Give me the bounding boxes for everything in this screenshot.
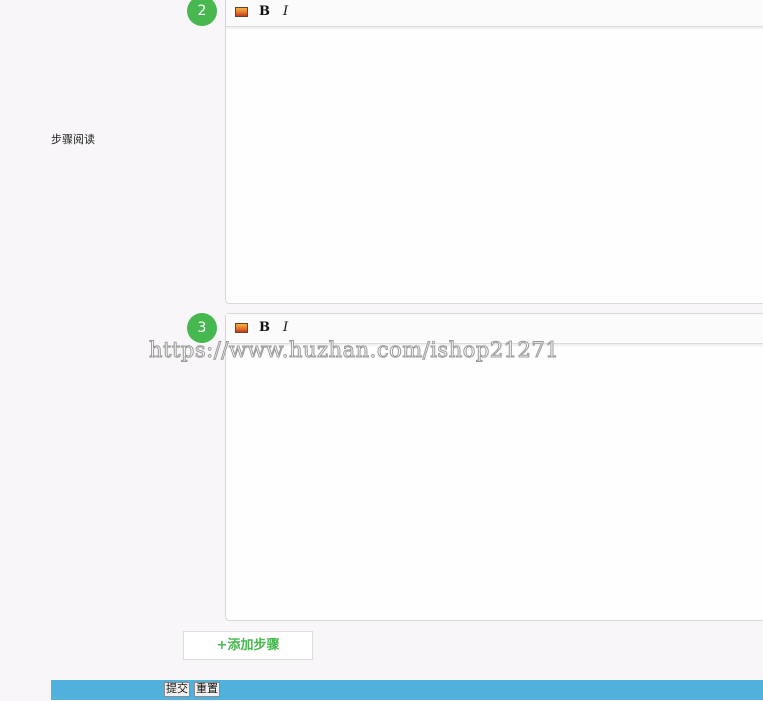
submit-button[interactable]: 提交	[164, 682, 190, 697]
add-step-button[interactable]: +添加步骤	[183, 631, 313, 660]
step-editor[interactable]: B I	[225, 313, 763, 621]
image-icon[interactable]	[235, 7, 248, 17]
bold-button[interactable]: B	[259, 320, 270, 336]
section-label: 步骤阅读	[51, 133, 95, 146]
italic-button[interactable]: I	[283, 320, 288, 336]
step-number-badge: 3	[187, 313, 217, 343]
italic-button[interactable]: I	[283, 4, 288, 20]
reset-button[interactable]: 重置	[194, 682, 220, 697]
editor-content-area[interactable]	[226, 344, 763, 620]
editor-toolbar: B I	[226, 314, 763, 344]
step-number-badge: 2	[187, 0, 217, 26]
image-icon[interactable]	[235, 323, 248, 333]
step-editor[interactable]: B I	[225, 0, 763, 304]
editor-content-area[interactable]	[226, 27, 763, 303]
editor-toolbar: B I	[226, 0, 763, 27]
bold-button[interactable]: B	[259, 4, 270, 20]
footer-bar: 提交 重置	[51, 680, 763, 700]
